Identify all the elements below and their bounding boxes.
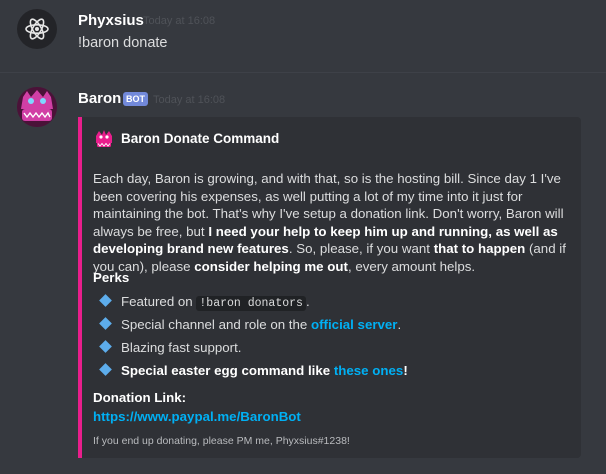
perk-text: Featured on <box>121 294 197 309</box>
desc-bold: that to happen <box>433 241 526 256</box>
username-phyxsius[interactable]: Phyxsius <box>78 12 144 29</box>
diamond-bullet-icon <box>99 340 112 353</box>
perk-punct: ! <box>403 363 408 378</box>
perk-punct: . <box>305 294 310 309</box>
bot-badge: BOT <box>123 92 148 106</box>
embed-description: Each day, Baron is growing, and with tha… <box>93 170 578 275</box>
timestamp: Today at 16:08 <box>143 15 216 27</box>
atom-icon <box>25 18 49 40</box>
desc-bold: consider helping me out <box>194 258 348 274</box>
avatar-baron[interactable] <box>17 87 57 127</box>
official-server-link[interactable]: official server <box>311 317 397 332</box>
timestamp: Today at 16:08 <box>153 94 226 106</box>
perk-text: Special channel and role on the <box>121 317 311 332</box>
username-baron[interactable]: Baron <box>78 90 121 107</box>
perk-item: Blazing fast support. <box>99 340 241 358</box>
embed-title: Baron Donate Command <box>121 131 280 146</box>
diamond-bullet-icon <box>99 363 112 376</box>
avatar-phyxsius[interactable] <box>17 9 57 49</box>
donation-link[interactable]: https://www.paypal.me/BaronBot <box>93 409 301 424</box>
pink-monster-icon <box>96 130 112 147</box>
perk-item: Special channel and role on the official… <box>99 317 401 335</box>
message-content: !baron donate <box>78 35 168 51</box>
desc-text: . So, please, if you want <box>288 241 434 256</box>
perk-bold: Special easter egg command like <box>121 363 334 378</box>
perk-code: !baron donators <box>196 296 306 311</box>
diamond-bullet-icon <box>99 317 112 330</box>
these-ones-link[interactable]: these ones <box>334 363 403 378</box>
perks-title: Perks <box>93 270 130 285</box>
embed-footer: If you end up donating, please PM me, Ph… <box>93 435 350 447</box>
perk-text: Blazing fast support. <box>121 340 242 355</box>
donation-title: Donation Link: <box>93 390 187 405</box>
perk-punct: . <box>397 317 402 332</box>
perk-item: Special easter egg command like these on… <box>99 363 408 381</box>
embed: Baron Donate Command Each day, Baron is … <box>78 117 581 458</box>
desc-text: , every amount helps. <box>347 258 476 274</box>
message-divider <box>0 72 606 73</box>
pink-monster-avatar-icon <box>17 87 57 127</box>
perk-item: Featured on !baron donators. <box>99 294 310 312</box>
diamond-bullet-icon <box>99 294 112 307</box>
